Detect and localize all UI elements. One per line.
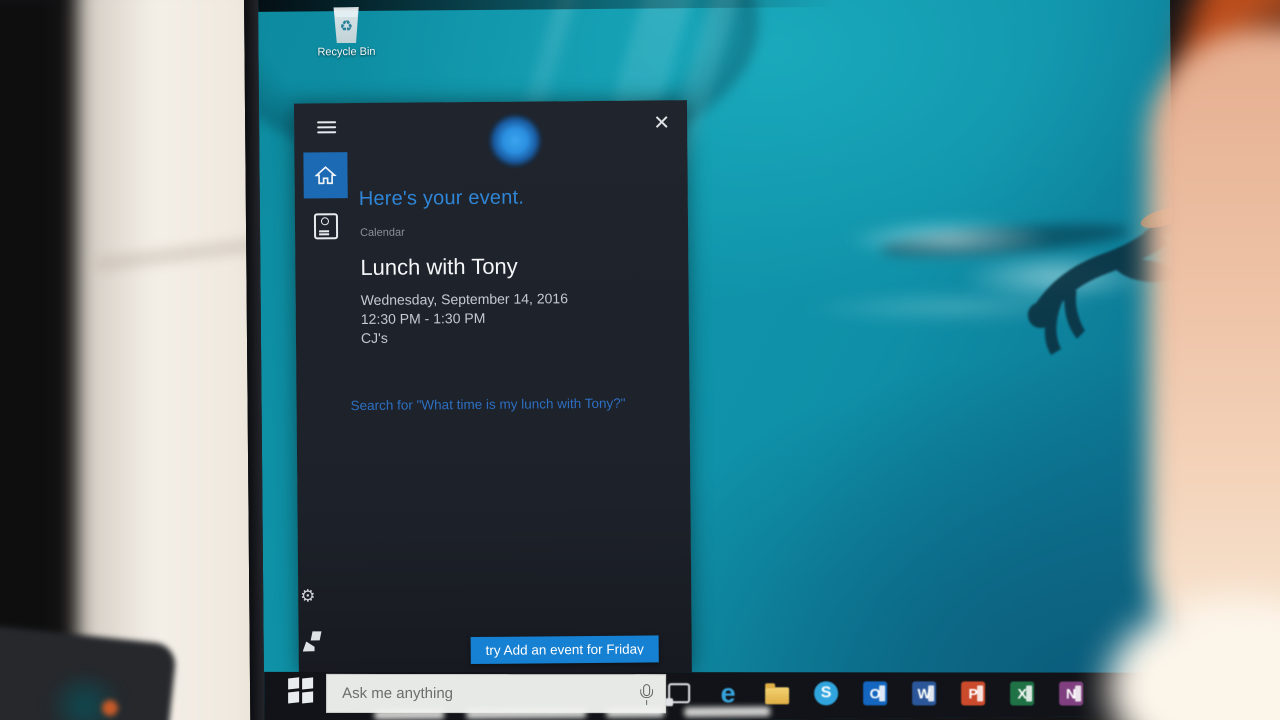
- person-hair-blur: [1182, 0, 1280, 230]
- close-icon[interactable]: ✕: [653, 113, 670, 133]
- search-suggestion-link[interactable]: Search for "What time is my lunch with T…: [351, 396, 626, 413]
- event-source-label: Calendar: [360, 227, 405, 239]
- event-date: Wednesday, September 14, 2016: [361, 290, 568, 308]
- diver-silhouette: [843, 156, 1176, 389]
- feedback-icon[interactable]: [303, 631, 321, 651]
- taskbar-icon-file-explorer[interactable]: [764, 680, 790, 706]
- taskbar-icon-skype[interactable]: S: [813, 680, 839, 706]
- windows-logo-icon: [288, 677, 299, 689]
- recycle-bin-label: Recycle Bin: [310, 46, 382, 59]
- cortana-greeting: Here's your event.: [359, 187, 524, 211]
- taskbar-icon-onenote[interactable]: N: [1058, 681, 1084, 707]
- taskbar-icon-row: e S O W P X N: [666, 680, 1084, 706]
- search-input[interactable]: [340, 684, 638, 703]
- photo-of-monitor: Recycle Bin ✕ Here's your event. Calenda…: [0, 0, 1280, 720]
- recycle-bin-icon: [331, 7, 361, 43]
- taskbar-icon-task-view[interactable]: [666, 680, 692, 706]
- event-title: Lunch with Tony: [360, 254, 518, 281]
- taskbar-icon-excel[interactable]: X: [1009, 681, 1035, 707]
- taskbar-icon-word[interactable]: W: [911, 680, 937, 706]
- tooltip-text: try Add an event for Friday: [485, 642, 643, 658]
- windows-desktop: Recycle Bin ✕ Here's your event. Calenda…: [258, 0, 1176, 720]
- home-icon: [314, 165, 336, 185]
- event-location: CJ's: [361, 330, 388, 346]
- hamburger-menu-icon[interactable]: [317, 121, 336, 134]
- microphone-icon[interactable]: [638, 684, 654, 704]
- notebook-icon[interactable]: [314, 213, 338, 239]
- event-time: 12:30 PM - 1:30 PM: [361, 310, 486, 327]
- monitor-screen: Recycle Bin ✕ Here's your event. Calenda…: [244, 0, 1176, 720]
- recycle-bin-shortcut[interactable]: Recycle Bin: [310, 7, 382, 59]
- cortana-tip-tooltip[interactable]: try Add an event for Friday: [471, 635, 659, 664]
- cortana-panel: ✕ Here's your event. Calendar Lunch with…: [294, 100, 692, 675]
- taskbar-icon-edge[interactable]: e: [715, 680, 741, 706]
- nav-home-button[interactable]: [303, 152, 347, 198]
- start-button[interactable]: [288, 678, 314, 704]
- taskbar-icon-outlook[interactable]: O: [862, 680, 888, 706]
- settings-gear-icon[interactable]: ⚙: [300, 586, 315, 606]
- taskbar-icon-powerpoint[interactable]: P: [960, 680, 986, 706]
- foreground-device-orange-dot: [102, 700, 118, 716]
- cortana-orb-icon: [487, 112, 543, 168]
